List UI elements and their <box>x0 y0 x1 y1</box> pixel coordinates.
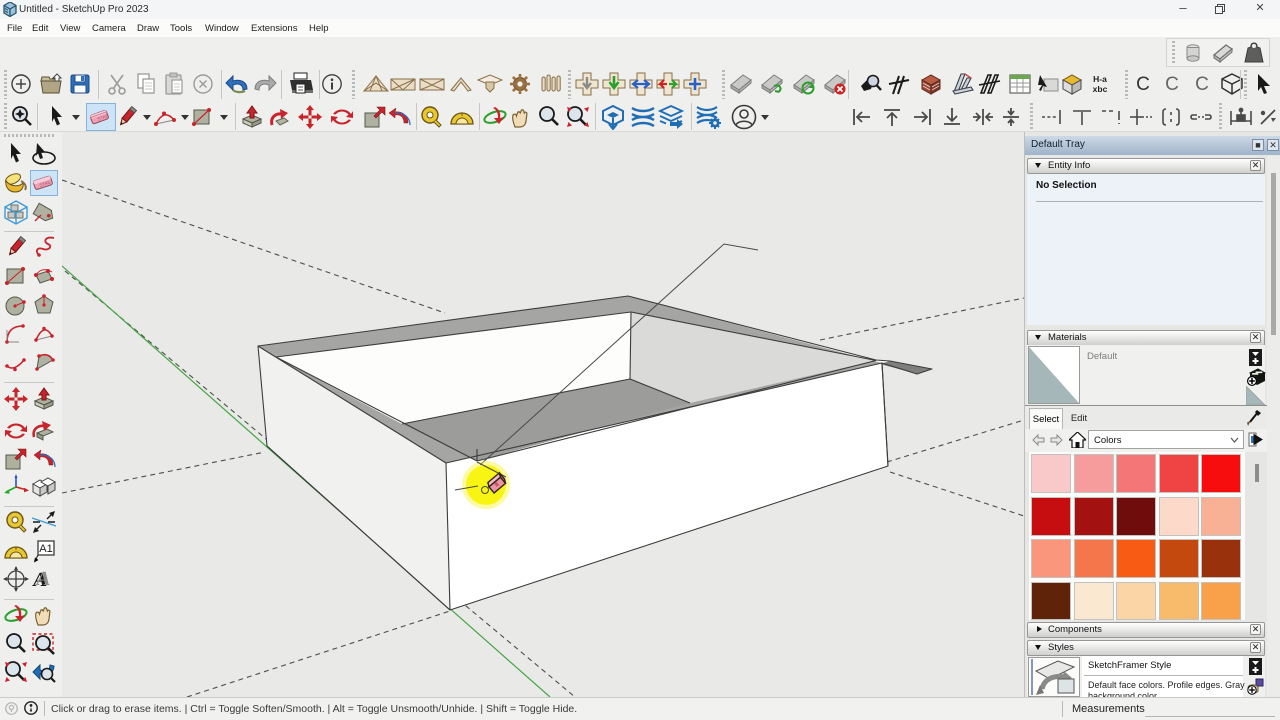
svg-text:C: C <box>1165 74 1179 95</box>
svg-text:C: C <box>1136 74 1150 95</box>
svg-text:xbc: xbc <box>1093 84 1108 94</box>
svg-text:A: A <box>34 568 52 590</box>
svg-text:A1: A1 <box>39 543 52 555</box>
svg-text:C: C <box>1195 74 1209 95</box>
svg-text:H-a: H-a <box>1093 74 1107 84</box>
